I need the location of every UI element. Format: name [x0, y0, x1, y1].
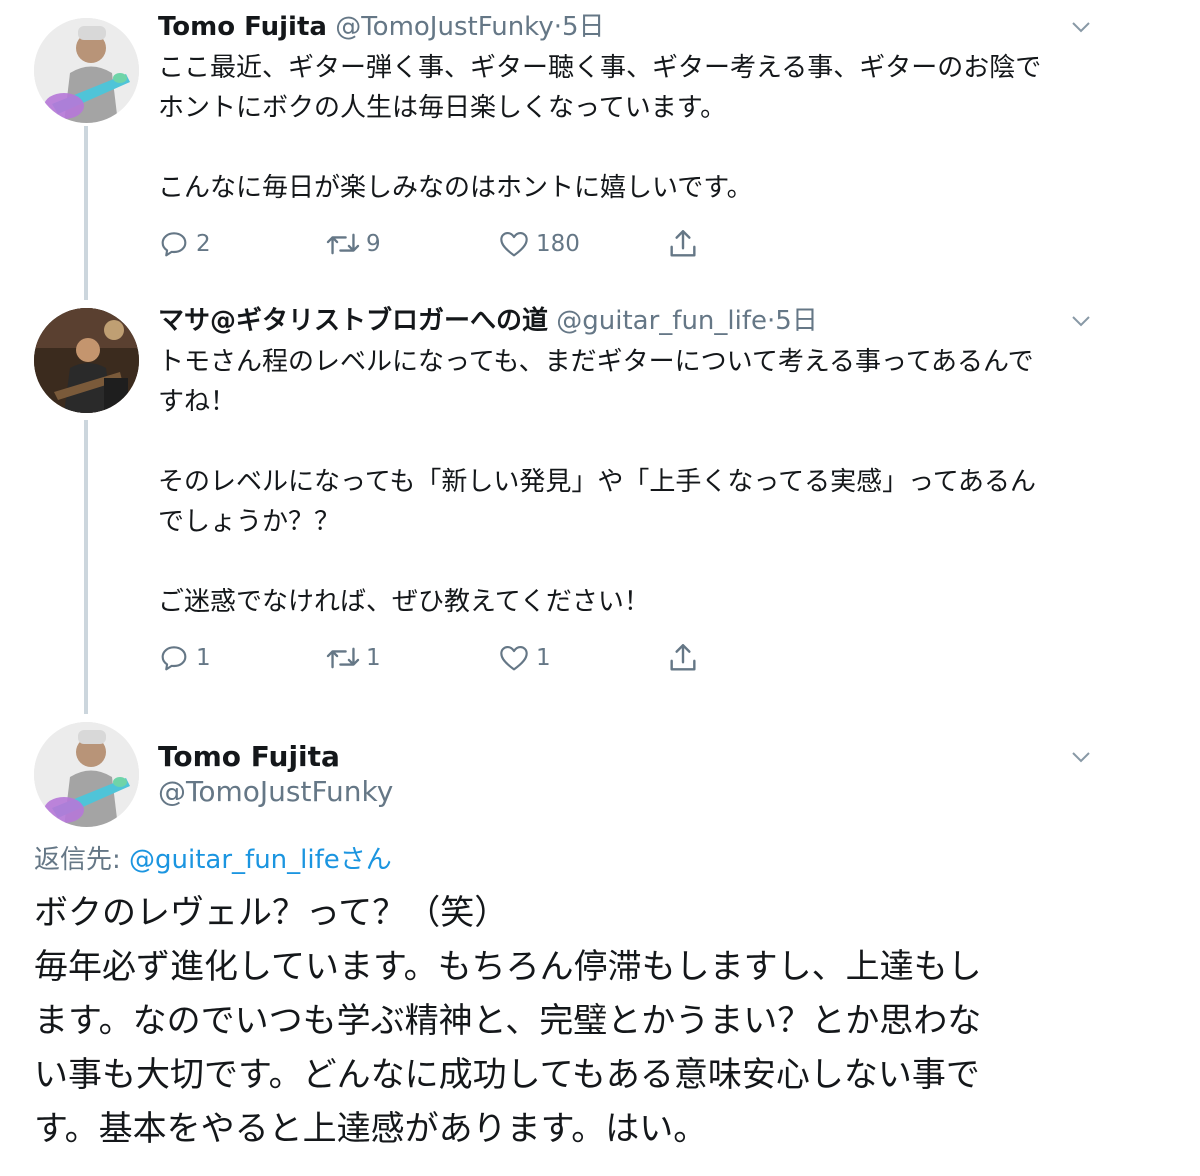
separator-dot: ·: [553, 12, 562, 42]
heart-icon: [500, 646, 528, 671]
like-count: 180: [536, 231, 580, 257]
reply-count: 1: [196, 645, 211, 671]
author-name[interactable]: Tomo Fujita: [158, 740, 340, 774]
retweet-button[interactable]: 9: [326, 226, 381, 262]
tweet-text: ボクのレヴェル？って？（笑） 毎年必ず進化しています。もちろん停滞もしますし、上…: [34, 893, 982, 1149]
timestamp[interactable]: 5日: [775, 306, 818, 336]
tweet-text: ここ最近、ギター弾く事、ギター聴く事、ギター考える事、ギターのお陰で ホントにボ…: [158, 53, 1042, 203]
share-button[interactable]: [666, 640, 706, 676]
retweet-count: 1: [366, 645, 381, 671]
tweet-actions: 1 1 1: [158, 640, 718, 676]
retweet-icon: [326, 233, 360, 255]
replying-to: 返信先: @guitar_fun_lifeさん: [34, 843, 392, 877]
retweet-button[interactable]: 1: [326, 640, 381, 676]
avatar[interactable]: [34, 722, 139, 827]
reply-count: 2: [196, 231, 211, 257]
chevron-down-icon[interactable]: [1071, 314, 1091, 328]
chevron-down-icon[interactable]: [1071, 20, 1091, 34]
tweet-actions: 2 9 180: [158, 226, 718, 262]
share-button[interactable]: [666, 226, 706, 262]
author-handle[interactable]: @TomoJustFunky: [158, 775, 393, 809]
heart-icon: [500, 232, 528, 257]
like-button[interactable]: 1: [498, 640, 551, 676]
reply-button[interactable]: 2: [158, 226, 211, 262]
avatar[interactable]: [34, 18, 139, 123]
author-handle[interactable]: @TomoJustFunky: [335, 12, 554, 42]
retweet-count: 9: [366, 231, 381, 257]
tweet-header: マサ@ギタリストブロガーへの道 @guitar_fun_life·5日: [158, 306, 818, 336]
share-icon: [670, 644, 696, 671]
reply-icon: [161, 646, 187, 671]
author-name[interactable]: Tomo Fujita: [158, 12, 327, 42]
chevron-down-icon[interactable]: [1071, 750, 1091, 764]
replying-to-handle[interactable]: @guitar_fun_lifeさん: [129, 845, 392, 875]
thread-line-1: [84, 126, 88, 300]
retweet-icon: [326, 647, 360, 669]
like-button[interactable]: 180: [498, 226, 580, 262]
reply-icon: [161, 232, 187, 257]
share-icon: [670, 230, 696, 257]
author-name[interactable]: マサ@ギタリストブロガーへの道: [158, 306, 548, 336]
avatar[interactable]: [34, 308, 139, 413]
tweet-header: Tomo Fujita @TomoJustFunky·5日: [158, 12, 605, 42]
like-count: 1: [536, 645, 551, 671]
timestamp[interactable]: 5日: [562, 12, 605, 42]
replying-to-label: 返信先:: [34, 845, 130, 875]
author-handle[interactable]: @guitar_fun_life: [556, 306, 767, 336]
tweet-text: トモさん程のレベルになっても、まだギターについて考える事ってあるんで すね！ そ…: [158, 347, 1037, 617]
thread-line-2: [84, 420, 88, 714]
reply-button[interactable]: 1: [158, 640, 211, 676]
